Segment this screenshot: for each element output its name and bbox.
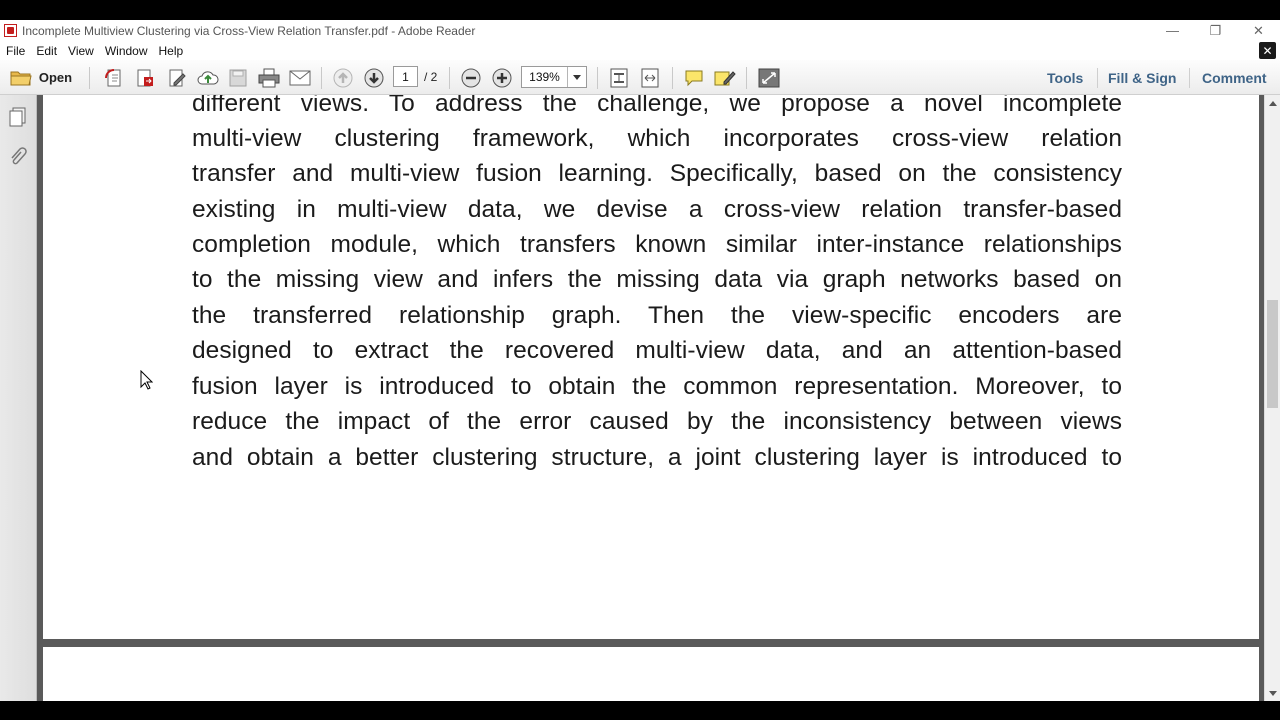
export-pdf-button[interactable] — [133, 60, 157, 95]
edit-pdf-button[interactable] — [165, 60, 189, 95]
toolbar-separator — [449, 67, 450, 89]
chevron-up-icon — [1269, 100, 1277, 106]
arrow-down-circle-icon — [364, 68, 384, 87]
toolbar-separator — [1189, 68, 1190, 88]
toolbar-separator — [321, 67, 322, 89]
adobe-reader-icon — [4, 24, 17, 37]
print-button[interactable] — [256, 60, 282, 95]
document-text-line: reduce the impact of the error caused by… — [192, 408, 1122, 435]
attachments-button[interactable] — [9, 147, 27, 172]
document-text-line: to the missing view and infers the missi… — [192, 266, 1122, 293]
document-text-line: completion module, which transfers known… — [192, 231, 1122, 258]
minimize-button[interactable]: — — [1151, 20, 1194, 41]
plus-circle-icon — [492, 68, 512, 87]
main-toolbar: Open 1 / 2 139% Tools Fill & Sign Commen… — [0, 60, 1280, 95]
zoom-select[interactable]: 139% — [521, 66, 587, 88]
comment-pane-button[interactable]: Comment — [1202, 60, 1267, 95]
document-text-line: and obtain a better clustering structure… — [192, 444, 1122, 471]
toolbar-separator — [672, 67, 673, 89]
window-title: Incomplete Multiview Clustering via Cros… — [22, 23, 476, 38]
window-titlebar: Incomplete Multiview Clustering via Cros… — [0, 20, 1280, 41]
fit-width-icon — [641, 68, 659, 87]
menu-bar: File Edit View Window Help ✕ — [0, 41, 1280, 60]
mouse-cursor-icon — [140, 369, 154, 395]
save-button[interactable] — [226, 60, 250, 95]
pdf-page-2 — [43, 647, 1259, 701]
toolbar-separator — [89, 67, 90, 89]
highlight-text-button[interactable] — [713, 60, 737, 95]
toolbar-separator — [597, 67, 598, 89]
envelope-icon — [289, 70, 311, 85]
page-total: / 2 — [424, 70, 438, 84]
upload-button[interactable] — [196, 60, 220, 95]
create-pdf-icon — [105, 68, 121, 86]
scrollbar-thumb[interactable] — [1267, 300, 1278, 408]
zoom-in-button[interactable] — [490, 60, 514, 95]
edit-pdf-icon — [169, 69, 186, 86]
menu-help[interactable]: Help — [153, 44, 189, 58]
page-number-input[interactable] — [393, 66, 418, 87]
menu-file[interactable]: File — [0, 44, 30, 58]
zoom-value: 139% — [529, 70, 560, 84]
document-text-line: existing in multi-view data, we devise a… — [192, 196, 1122, 223]
paperclip-icon — [11, 147, 27, 165]
close-window-button[interactable]: ✕ — [1237, 20, 1280, 41]
menu-view[interactable]: View — [62, 44, 99, 58]
letterbox-bottom — [0, 701, 1280, 720]
highlighter-icon — [714, 70, 736, 85]
letterbox-top — [0, 0, 1280, 20]
toolbar-separator — [746, 67, 747, 89]
document-text-line: multi-view clustering framework, which i… — [192, 125, 1122, 152]
minus-circle-icon — [461, 68, 481, 87]
arrow-up-circle-icon — [333, 68, 353, 87]
chevron-down-icon[interactable] — [567, 67, 586, 87]
open-button[interactable]: Open — [6, 60, 76, 95]
scroll-down-button[interactable] — [1265, 685, 1280, 701]
menu-edit[interactable]: Edit — [30, 44, 62, 58]
document-viewport[interactable]: different views. To address the challeng… — [37, 95, 1264, 701]
speech-bubble-icon — [685, 70, 703, 86]
fill-sign-pane-button[interactable]: Fill & Sign — [1108, 60, 1176, 95]
printer-icon — [258, 68, 280, 87]
page-thumbnails-button[interactable] — [9, 107, 27, 132]
restore-button[interactable]: ❐ — [1194, 20, 1237, 41]
open-label: Open — [38, 70, 73, 85]
navigation-pane — [0, 95, 37, 701]
menu-window[interactable]: Window — [99, 44, 153, 58]
folder-icon — [10, 71, 32, 85]
document-text-line: designed to extract the recovered multi-… — [192, 337, 1122, 364]
document-text-line: different views. To address the challeng… — [192, 95, 1122, 117]
create-pdf-button[interactable] — [102, 60, 126, 95]
expand-icon — [758, 68, 780, 87]
document-text-line: the transferred relationship graph. Then… — [192, 302, 1122, 329]
chevron-down-icon — [1269, 690, 1277, 696]
close-document-button[interactable]: ✕ — [1259, 42, 1276, 59]
tools-pane-button[interactable]: Tools — [1047, 60, 1083, 95]
export-pdf-icon — [137, 69, 153, 86]
full-screen-button[interactable] — [756, 60, 782, 95]
save-icon — [229, 69, 247, 86]
toolbar-separator — [1097, 68, 1098, 88]
fit-width-button[interactable] — [638, 60, 662, 95]
cloud-upload-icon — [197, 70, 219, 84]
pdf-page-1: different views. To address the challeng… — [43, 95, 1259, 639]
fit-page-icon — [610, 68, 628, 87]
scroll-up-button[interactable] — [1265, 95, 1280, 111]
next-page-button[interactable] — [362, 60, 386, 95]
page-thumbnails-icon — [9, 107, 26, 127]
document-text-line: transfer and multi-view fusion learning.… — [192, 160, 1122, 187]
fit-page-button[interactable] — [607, 60, 631, 95]
vertical-scrollbar[interactable] — [1264, 95, 1280, 701]
zoom-out-button[interactable] — [459, 60, 483, 95]
add-sticky-note-button[interactable] — [682, 60, 706, 95]
previous-page-button[interactable] — [331, 60, 355, 95]
document-text-line: fusion layer is introduced to obtain the… — [192, 373, 1122, 400]
email-button[interactable] — [288, 60, 312, 95]
